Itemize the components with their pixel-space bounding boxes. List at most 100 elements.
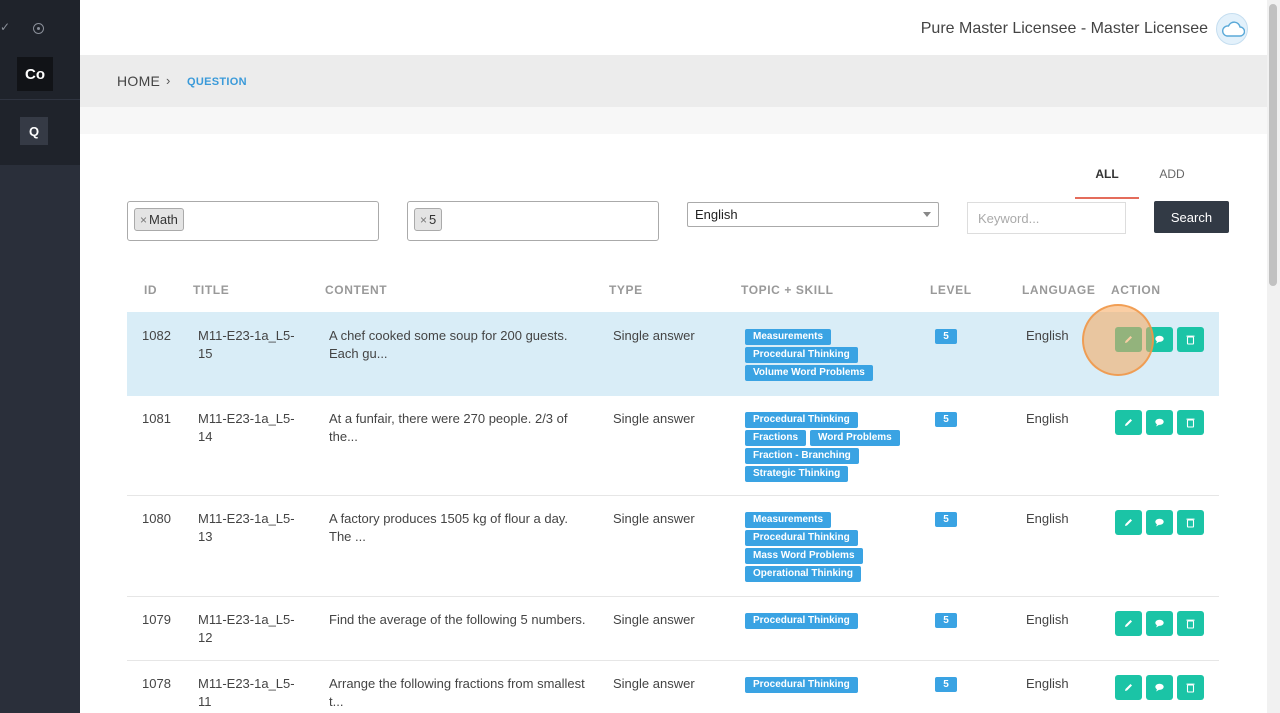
row-title: M11-E23-1a_L5-12: [198, 612, 295, 645]
comment-icon: [1155, 418, 1164, 427]
row-language: English: [1026, 511, 1069, 526]
trash-icon: [1186, 683, 1195, 693]
search-button[interactable]: Search: [1154, 201, 1229, 233]
comment-icon: [1155, 518, 1164, 527]
sidebar-item-question[interactable]: Q: [20, 117, 48, 145]
row-actions: [1115, 611, 1208, 636]
column-header-content: CONTENT: [325, 283, 388, 297]
level-badge: 5: [935, 512, 957, 527]
tag-badge: Procedural Thinking: [745, 613, 858, 629]
table-row[interactable]: 1078 M11-E23-1a_L5-11 Arrange the follow…: [127, 661, 1219, 713]
scrollbar-thumb[interactable]: [1269, 4, 1277, 286]
pencil-icon: [1125, 336, 1132, 343]
breadcrumb-current: QUESTION: [187, 76, 247, 88]
level-multiselect[interactable]: × 5: [407, 201, 659, 241]
row-tags: Procedural Thinking Fractions Word Proble…: [745, 412, 920, 484]
chip-label: Math: [149, 212, 178, 227]
comment-button[interactable]: [1146, 611, 1173, 636]
edit-button[interactable]: [1115, 510, 1142, 535]
tab-all[interactable]: ALL: [1075, 167, 1139, 199]
keyword-input[interactable]: [967, 202, 1126, 234]
row-tags: Procedural Thinking: [745, 677, 920, 695]
trash-icon: [1186, 518, 1195, 528]
table-row[interactable]: 1080 M11-E23-1a_L5-13 A factory produces…: [127, 496, 1219, 597]
sidebar-item-co[interactable]: Co: [17, 57, 53, 91]
cloud-icon: [1222, 21, 1245, 37]
column-header-language: LANGUAGE: [1022, 283, 1096, 297]
delete-button[interactable]: [1177, 611, 1204, 636]
language-select[interactable]: English: [687, 202, 939, 227]
tag-badge: Measurements: [745, 329, 832, 345]
column-header-id: ID: [144, 283, 158, 297]
edit-button[interactable]: [1115, 410, 1142, 435]
avatar[interactable]: [1216, 13, 1248, 45]
level-chip: × 5: [414, 208, 443, 231]
comment-button[interactable]: [1146, 410, 1173, 435]
comment-button[interactable]: [1146, 327, 1173, 352]
level-badge: 5: [935, 412, 957, 427]
row-content: At a funfair, there were 270 people. 2/3…: [329, 411, 568, 444]
edit-button[interactable]: [1115, 327, 1142, 352]
row-type: Single answer: [613, 612, 695, 627]
pencil-icon: [1125, 620, 1132, 627]
table-row[interactable]: 1079 M11-E23-1a_L5-12 Find the average o…: [127, 597, 1219, 661]
row-actions: [1115, 510, 1208, 535]
comment-button[interactable]: [1146, 510, 1173, 535]
pencil-icon: [1125, 519, 1132, 526]
chip-remove-icon[interactable]: ×: [140, 213, 147, 227]
edit-button[interactable]: [1115, 611, 1142, 636]
row-id: 1082: [142, 328, 171, 343]
row-content: A factory produces 1505 kg of flour a da…: [329, 511, 568, 544]
row-title: M11-E23-1a_L5-11: [198, 676, 295, 709]
pencil-icon: [1125, 684, 1132, 691]
delete-button[interactable]: [1177, 510, 1204, 535]
column-header-topic-skill: TOPIC + SKILL: [741, 283, 834, 297]
delete-button[interactable]: [1177, 410, 1204, 435]
level-badge: 5: [935, 613, 957, 628]
row-type: Single answer: [613, 411, 695, 426]
row-title: M11-E23-1a_L5-14: [198, 411, 295, 444]
row-language: English: [1026, 328, 1069, 343]
tag-badge: Operational Thinking: [745, 566, 862, 582]
settings-icon[interactable]: [33, 23, 44, 34]
delete-button[interactable]: [1177, 327, 1204, 352]
comment-button[interactable]: [1146, 675, 1173, 700]
row-id: 1079: [142, 612, 171, 627]
row-id: 1081: [142, 411, 171, 426]
level-badge: 5: [935, 329, 957, 344]
chip-remove-icon[interactable]: ×: [420, 213, 427, 227]
tag-badge: Word Problems: [810, 430, 900, 446]
row-language: English: [1026, 411, 1069, 426]
tag-badge: Mass Word Problems: [745, 548, 863, 564]
chip-label: 5: [429, 212, 437, 227]
breadcrumb: [80, 55, 1267, 107]
user-name[interactable]: Pure Master Licensee - Master Licensee: [921, 20, 1208, 38]
comment-icon: [1155, 335, 1164, 344]
caret-down-icon: [923, 212, 931, 217]
column-header-title: TITLE: [193, 283, 230, 297]
row-actions: [1115, 327, 1208, 352]
chevron-right-icon: ›: [166, 73, 171, 88]
tag-badge: Volume Word Problems: [745, 365, 873, 381]
breadcrumb-home[interactable]: HOME: [117, 73, 160, 89]
row-tags: Measurements Procedural Thinking Volume …: [745, 329, 920, 383]
row-title: M11-E23-1a_L5-13: [198, 511, 295, 544]
language-select-value: English: [695, 207, 738, 222]
table-row[interactable]: 1081 M11-E23-1a_L5-14 At a funfair, ther…: [127, 396, 1219, 496]
tag-badge: Fraction - Branching: [745, 448, 859, 464]
edit-button[interactable]: [1115, 675, 1142, 700]
tag-badge: Procedural Thinking: [745, 412, 858, 428]
row-id: 1078: [142, 676, 171, 691]
level-badge: 5: [935, 677, 957, 692]
tab-add[interactable]: ADD: [1145, 167, 1199, 181]
comment-icon: [1155, 683, 1164, 692]
check-icon[interactable]: ✓: [0, 20, 10, 34]
table-row[interactable]: 1082 M11-E23-1a_L5-15 A chef cooked some…: [127, 312, 1219, 396]
tag-badge: Fractions: [745, 430, 807, 446]
delete-button[interactable]: [1177, 675, 1204, 700]
sidebar: ✓ Co Q: [0, 0, 80, 713]
subject-multiselect[interactable]: × Math: [127, 201, 379, 241]
tag-badge: Strategic Thinking: [745, 466, 849, 482]
row-content: A chef cooked some soup for 200 guests. …: [329, 328, 568, 361]
row-title: M11-E23-1a_L5-15: [198, 328, 295, 361]
